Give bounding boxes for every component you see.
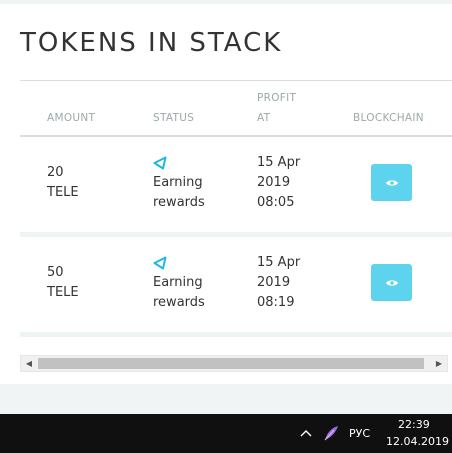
language-indicator[interactable]: РУС [349,427,370,440]
profit-cell: 15 Apr 2019 08:19 [257,253,300,313]
horizontal-scrollbar[interactable]: ◀ ▶ [20,355,448,372]
taskbar: РУС 22:39 12.04.2019 [0,414,452,453]
row-divider [20,332,452,337]
scroll-left-button[interactable]: ◀ [21,356,37,371]
amount-cell: 50 TELE [47,263,79,303]
profit-time: 08:05 [257,195,295,210]
feather-icon[interactable] [322,424,340,442]
status-cell: Earning rewards [153,173,205,213]
row-divider [20,232,452,237]
profit-cell: 15 Apr 2019 08:05 [257,153,300,213]
amount-unit: TELE [47,285,79,300]
view-blockchain-button[interactable] [371,264,412,301]
eye-icon [385,279,398,286]
amount-value: 50 [47,265,64,280]
divider [20,80,452,81]
profit-time: 08:19 [257,295,295,310]
status-line2: rewards [153,195,205,210]
status-triangle-icon [153,156,167,170]
clock-time[interactable]: 22:39 [398,418,430,431]
status-line1: Earning [153,175,203,190]
scroll-thumb[interactable] [38,358,424,369]
amount-cell: 20 TELE [47,163,79,203]
profit-date: 15 Apr [257,155,301,170]
amount-unit: TELE [47,185,79,200]
column-header-blockchain: BLOCKCHAIN [353,112,424,124]
column-header-amount: AMOUNT [47,112,96,124]
view-blockchain-button[interactable] [371,164,412,201]
status-line2: rewards [153,295,205,310]
status-line1: Earning [153,275,203,290]
page: TOKENS IN STACK AMOUNT STATUS PROFIT AT … [0,0,452,414]
amount-value: 20 [47,165,64,180]
header-divider [20,135,452,137]
chevron-up-icon[interactable] [300,429,312,437]
column-header-profit-line1: PROFIT [257,92,297,104]
page-title: TOKENS IN STACK [20,28,283,58]
column-header-profit-line2: AT [257,112,271,124]
profit-year: 2019 [257,175,291,190]
status-triangle-icon [153,256,167,270]
column-header-status: STATUS [153,112,195,124]
eye-icon [385,179,398,186]
clock-date[interactable]: 12.04.2019 [386,435,449,448]
profit-year: 2019 [257,275,291,290]
status-cell: Earning rewards [153,273,205,313]
column-header-profit: PROFIT AT [257,88,296,128]
scroll-right-button[interactable]: ▶ [431,356,447,371]
profit-date: 15 Apr [257,255,301,270]
tokens-card: TOKENS IN STACK AMOUNT STATUS PROFIT AT … [0,4,452,384]
